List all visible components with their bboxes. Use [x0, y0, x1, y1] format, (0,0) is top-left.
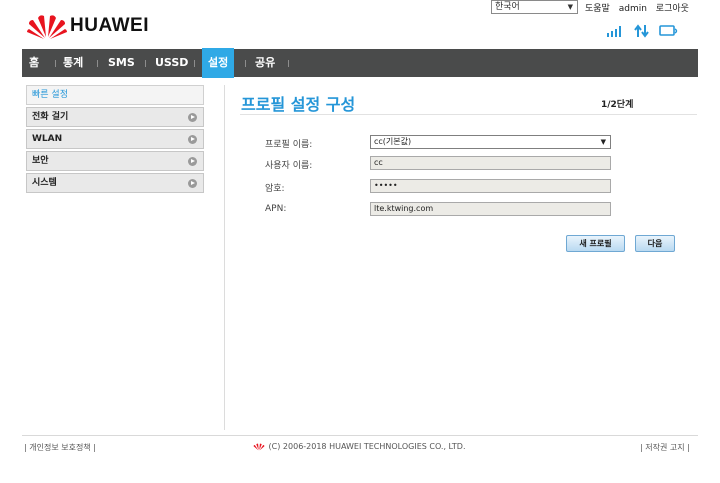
sidebar-item-label: 빠른 설정 [32, 90, 68, 100]
status-icons [607, 24, 685, 40]
password-label: 암호: [265, 184, 285, 194]
copyright-notice: (C) 2006-2018 HUAWEI TECHNOLOGIES CO., L… [252, 442, 466, 451]
sidebar-item-wlan[interactable]: WLAN [26, 129, 204, 149]
logout-link[interactable]: 로그아웃 [656, 4, 689, 14]
page-title: 프로필 설정 구성 [241, 95, 356, 114]
title-divider [240, 114, 697, 115]
expand-arrow-icon [188, 135, 197, 144]
nav-separator [97, 60, 98, 67]
apn-label: APN: [265, 204, 287, 214]
nav-sms[interactable]: SMS [108, 49, 135, 77]
sidebar-item-system[interactable]: 시스템 [26, 173, 204, 193]
apn-field[interactable]: lte.ktwing.com [370, 202, 611, 216]
new-profile-button[interactable]: 새 프로필 [566, 235, 625, 252]
copyright-notice-link[interactable]: | 저작권 고지 | [640, 442, 690, 453]
step-indicator: 1/2단계 [601, 100, 634, 110]
language-select-value: 한국어 [495, 2, 520, 12]
sidebar-item-quick-setup[interactable]: 빠른 설정 [26, 85, 204, 105]
nav-separator [245, 60, 246, 67]
sidebar-item-label: 시스템 [32, 178, 57, 188]
help-link[interactable]: 도움말 [585, 4, 610, 14]
nav-share[interactable]: 공유 [255, 49, 275, 77]
profile-name-select[interactable]: cc(기본값) ▼ [370, 135, 611, 149]
dropdown-arrow-icon: ▼ [567, 3, 573, 11]
username: admin [618, 4, 647, 14]
top-links: 도움말 admin 로그아웃 [585, 1, 695, 14]
copyright-text: (C) 2006-2018 HUAWEI TECHNOLOGIES CO., L… [268, 442, 466, 451]
content-divider [224, 85, 225, 430]
nav-separator [145, 60, 146, 67]
nav-separator [288, 60, 289, 67]
sidebar-item-label: 보안 [32, 156, 49, 166]
expand-arrow-icon [188, 113, 197, 122]
brand-name: HUAWEI [70, 15, 149, 36]
nav-statistics[interactable]: 통계 [63, 49, 83, 77]
next-button[interactable]: 다음 [635, 235, 675, 252]
username-label: 사용자 이름: [265, 161, 313, 171]
data-transfer-icon [634, 24, 649, 38]
signal-strength-icon [607, 26, 621, 37]
sidebar-item-security[interactable]: 보안 [26, 151, 204, 171]
nav-settings[interactable]: 설정 [202, 48, 235, 78]
profile-name-label: 프로필 이름: [265, 140, 313, 150]
footer-divider [22, 435, 698, 436]
language-select[interactable]: 한국어 ▼ [491, 0, 578, 14]
nav-ussd[interactable]: USSD [155, 49, 188, 77]
privacy-policy-link[interactable]: | 개인정보 보호정책 | [24, 442, 96, 453]
dropdown-arrow-icon: ▼ [600, 138, 606, 146]
sidebar-item-dial-up[interactable]: 전화 걸기 [26, 107, 204, 127]
pc-connection-icon [658, 25, 677, 36]
huawei-small-logo-icon [253, 443, 265, 451]
password-field[interactable]: ••••• [370, 179, 611, 193]
profile-name-value: cc(기본값) [374, 137, 412, 146]
username-field[interactable]: cc [370, 156, 611, 170]
nav-separator [55, 60, 56, 67]
sidebar: 빠른 설정 전화 걸기 WLAN 보안 시스템 [26, 85, 204, 195]
nav-home[interactable]: 홈 [29, 49, 39, 77]
sidebar-item-label: WLAN [32, 134, 63, 144]
main-nav: 홈 통계 SMS USSD 설정 공유 [22, 48, 698, 78]
nav-separator [194, 60, 195, 67]
sidebar-item-label: 전화 걸기 [32, 112, 69, 122]
expand-arrow-icon [188, 157, 197, 166]
expand-arrow-icon [188, 179, 197, 188]
